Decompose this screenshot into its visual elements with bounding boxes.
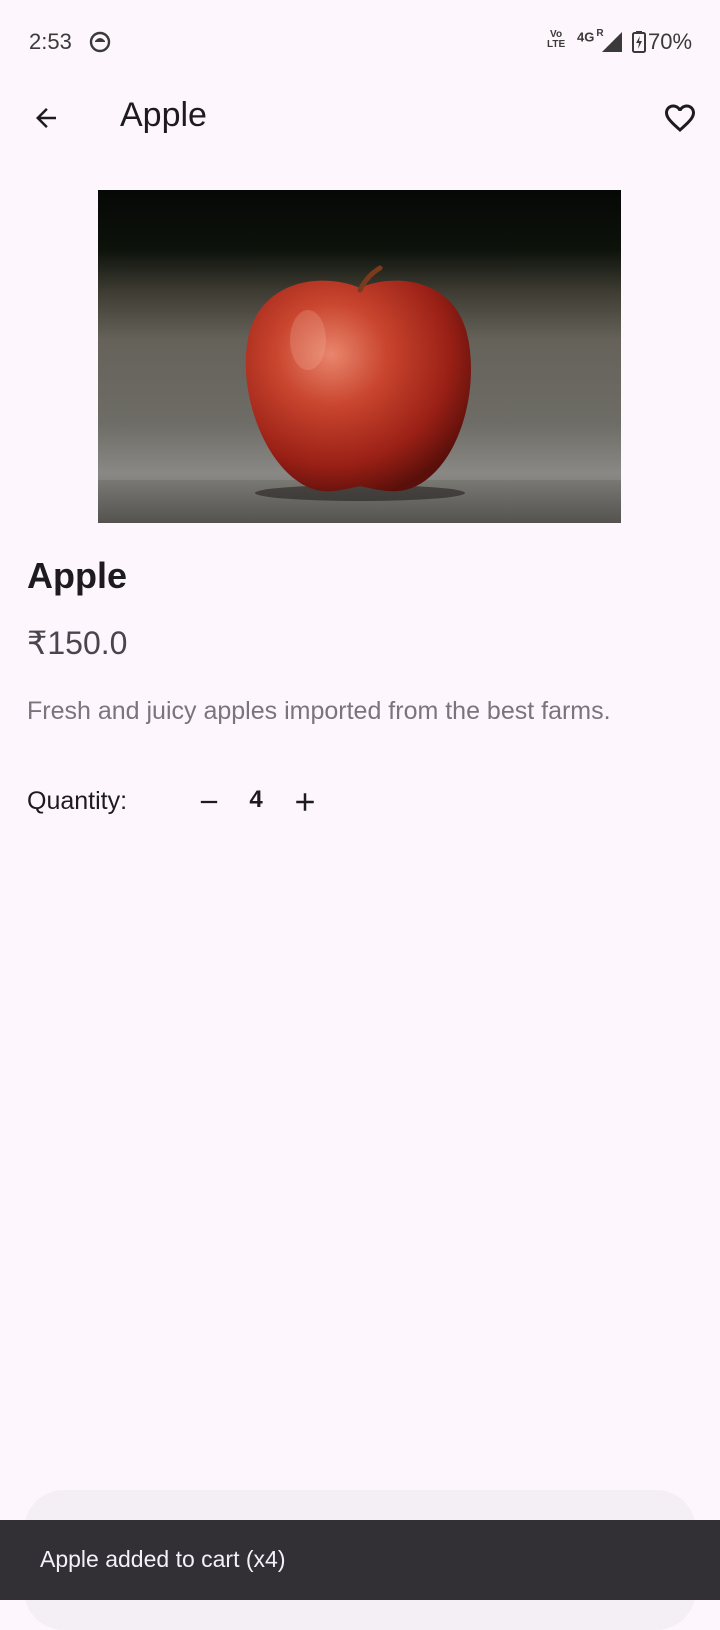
minus-icon [200, 800, 218, 804]
product-description: Fresh and juicy apples imported from the… [27, 697, 611, 725]
snackbar: Apple added to cart (x4) [0, 1520, 720, 1600]
app-bar: Apple [0, 84, 720, 148]
status-time: 2:53 [29, 29, 72, 54]
product-image [98, 190, 621, 523]
quantity-selector: Quantity: 4 [27, 780, 427, 824]
volte-indicator: Vo LTE [547, 30, 565, 50]
arrow-back-icon [36, 108, 56, 128]
battery-percent: 70% [648, 29, 693, 54]
decrease-quantity-button[interactable] [187, 780, 231, 824]
apple-photo [98, 265, 621, 523]
network-label: 4G [577, 29, 595, 45]
favorite-button[interactable] [656, 94, 704, 142]
status-bar: 2:53 Vo LTE 4G R 70% [0, 0, 720, 84]
product-name: Apple [27, 555, 128, 596]
app-notification-icon [89, 31, 111, 53]
product-price: ₹150.0 [27, 625, 128, 661]
increase-quantity-button[interactable] [283, 780, 327, 824]
page-title: Apple [120, 96, 207, 134]
signal-icon [602, 32, 622, 52]
quantity-value: 4 [249, 786, 263, 813]
plus-icon [296, 793, 314, 811]
volte-bottom-label: LTE [547, 39, 566, 50]
battery-charging-icon [632, 31, 646, 53]
quantity-label: Quantity: [27, 787, 128, 815]
heart-outline-icon [665, 104, 695, 133]
snackbar-message: Apple added to cart (x4) [40, 1546, 286, 1572]
back-button[interactable] [22, 94, 70, 142]
